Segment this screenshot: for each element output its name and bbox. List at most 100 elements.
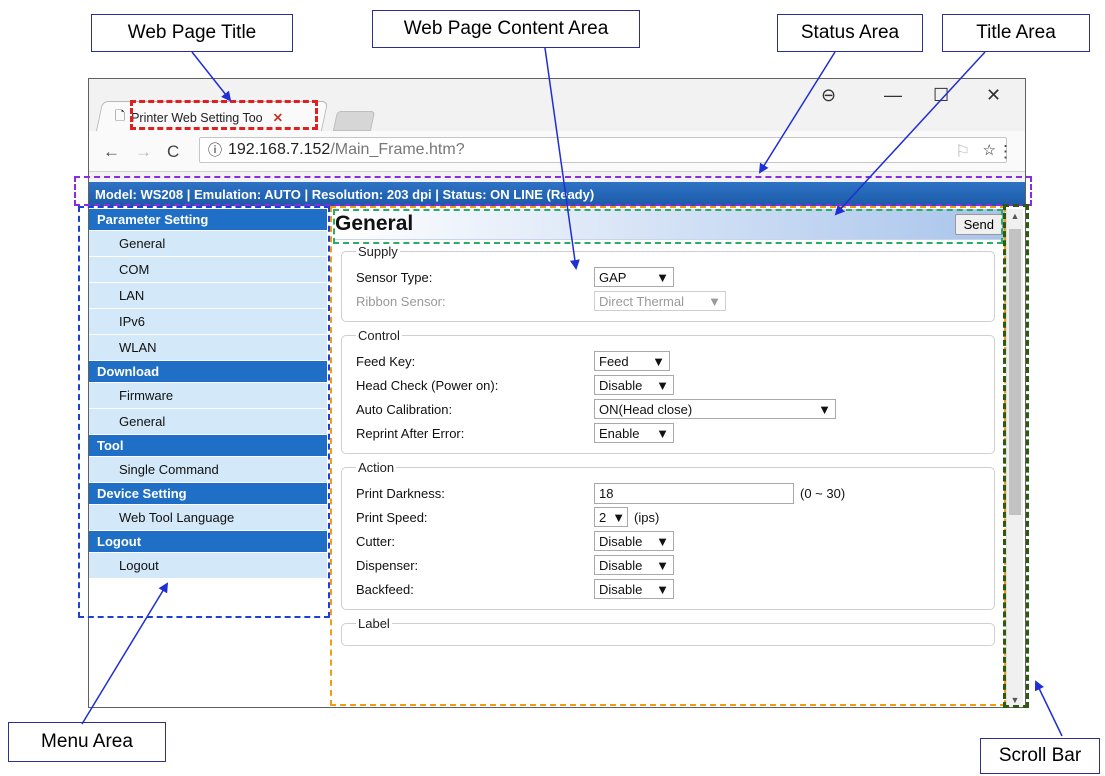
scroll-up-icon[interactable]: ▲ [1007,211,1023,221]
menu-header-tool: Tool [89,435,327,457]
chevron-down-icon: ▼ [656,269,669,285]
label-section: Label [341,616,995,646]
reprint-select[interactable]: Enable ▼ [594,423,674,443]
star-icon[interactable]: ☆ [983,141,996,159]
menu-header-download: Download [89,361,327,383]
chevron-down-icon: ▼ [612,509,626,525]
reprint-value: Enable [599,425,640,441]
feed-key-label: Feed Key: [356,353,416,369]
feed-key-select[interactable]: Feed ▼ [594,351,670,371]
new-tab-button[interactable] [332,111,376,131]
cutter-label: Cutter: [356,533,396,549]
side-menu: Parameter Setting General COM LAN IPv6 W… [89,209,327,579]
chevron-down-icon: ▼ [656,377,669,393]
dispenser-select[interactable]: Disable ▼ [594,555,674,575]
content-area: General Send Supply Sensor Type: GAP ▼ Ri… [333,209,1005,707]
url-host: 192.168.7.152 [228,141,331,158]
callout-web-page-title: Web Page Title [91,14,293,52]
speed-value: 2 [599,509,607,525]
minimize-icon[interactable]: — [884,85,902,106]
dispenser-value: Disable [599,557,643,573]
speed-select[interactable]: 2 ▼ [594,507,628,527]
cutter-select[interactable]: Disable ▼ [594,531,674,551]
send-button[interactable]: Send [954,213,1003,235]
page-frame: Parameter Setting General COM LAN IPv6 W… [89,207,1025,707]
reprint-row: Reprint After Error: Enable ▼ [356,421,984,445]
action-legend: Action [358,460,395,475]
browser-tab-content[interactable]: 🗋 Printer Web Setting Too ✕ [115,107,283,128]
ribbon-sensor-label: Ribbon Sensor: [356,293,446,309]
url-path: /Main_Frame.htm? [330,141,465,158]
close-window-icon[interactable]: ✕ [986,85,1001,106]
vertical-scrollbar[interactable]: ▲ ▼ [1006,209,1023,707]
sensor-type-select[interactable]: GAP ▼ [594,267,674,287]
maximize-icon[interactable]: ☐ [933,85,949,106]
ribbon-sensor-select: Direct Thermal ▼ [594,291,726,311]
scroll-down-icon[interactable]: ▼ [1007,695,1023,705]
address-bar: ← → C ⓘ 192.168.7.152 /Main_Frame.htm? ☆… [89,131,1025,172]
sensor-type-row: Sensor Type: GAP ▼ [356,265,984,289]
chevron-down-icon: ▼ [652,353,665,369]
menu-item-wlan[interactable]: WLAN [89,335,327,361]
account-icon[interactable]: ⊖ [821,85,836,106]
darkness-input[interactable]: 18 [594,482,794,504]
auto-calibration-row: Auto Calibration: ON(Head close) ▼ [356,397,984,421]
cutter-row: Cutter: Disable ▼ [356,529,984,553]
backfeed-value: Disable [599,581,643,597]
menu-item-single-command[interactable]: Single Command [89,457,327,483]
auto-calibration-value: ON(Head close) [599,401,693,417]
menu-icon[interactable]: ⋮ [997,142,1014,162]
back-icon[interactable]: ← [103,142,120,162]
reload-icon[interactable]: C [167,142,179,162]
darkness-row: Print Darkness: 18 (0 ~ 30) [356,481,984,505]
ribbon-sensor-value: Direct Thermal [599,293,685,309]
darkness-label: Print Darkness: [356,485,445,501]
auto-calibration-select[interactable]: ON(Head close) ▼ [594,399,836,419]
sensor-type-label: Sensor Type: [356,269,433,285]
page-icon: 🗋 [115,109,126,123]
menu-item-logout[interactable]: Logout [89,553,327,579]
reprint-label: Reprint After Error: [356,425,465,441]
menu-item-firmware[interactable]: Firmware [89,383,327,409]
chevron-down-icon: ▼ [656,581,669,597]
browser-window: 🗋 Printer Web Setting Too ✕ ⊖ — ☐ ✕ ← → … [88,78,1026,708]
title-bar: General Send [333,209,1005,240]
callout-status-area: Status Area [777,14,923,52]
forward-icon[interactable]: → [135,142,152,162]
menu-header-parameter-setting: Parameter Setting [89,209,327,231]
auto-calibration-label: Auto Calibration: [356,401,453,417]
head-check-value: Disable [599,377,643,393]
head-check-row: Head Check (Power on): Disable ▼ [356,373,984,397]
backfeed-select[interactable]: Disable ▼ [594,579,674,599]
extension-icon[interactable]: ⚐ [955,142,970,162]
menu-item-web-tool-language[interactable]: Web Tool Language [89,505,327,531]
head-check-label: Head Check (Power on): [356,377,499,393]
chevron-down-icon: ▼ [708,293,721,309]
menu-item-general[interactable]: General [89,231,327,257]
scrollbar-thumb[interactable] [1009,229,1021,515]
callout-content-area: Web Page Content Area [372,10,640,48]
dispenser-label: Dispenser: [356,557,419,573]
status-bar: Model: WS208 | Emulation: AUTO | Resolut… [89,182,1025,206]
control-section: Control Feed Key: Feed ▼ Head Check (Powe… [341,328,995,454]
tab-close-icon[interactable]: ✕ [273,110,283,125]
cutter-value: Disable [599,533,643,549]
menu-header-device-setting: Device Setting [89,483,327,505]
head-check-select[interactable]: Disable ▼ [594,375,674,395]
menu-item-lan[interactable]: LAN [89,283,327,309]
backfeed-row: Backfeed: Disable ▼ [356,577,984,601]
menu-item-com[interactable]: COM [89,257,327,283]
backfeed-label: Backfeed: [356,581,414,597]
menu-item-ipv6[interactable]: IPv6 [89,309,327,335]
chevron-down-icon: ▼ [656,533,669,549]
arrow-scroll-bar [1034,680,1063,737]
chevron-down-icon: ▼ [818,401,831,417]
feed-key-value: Feed [599,353,629,369]
menu-item-download-general[interactable]: General [89,409,327,435]
speed-label: Print Speed: [356,509,428,525]
url-input[interactable]: ⓘ 192.168.7.152 /Main_Frame.htm? ☆ [199,137,1007,163]
darkness-range: (0 ~ 30) [800,485,846,501]
speed-row: Print Speed: 2 ▼ (ips) [356,505,984,529]
control-legend: Control [358,328,400,343]
info-icon: ⓘ [208,142,222,158]
